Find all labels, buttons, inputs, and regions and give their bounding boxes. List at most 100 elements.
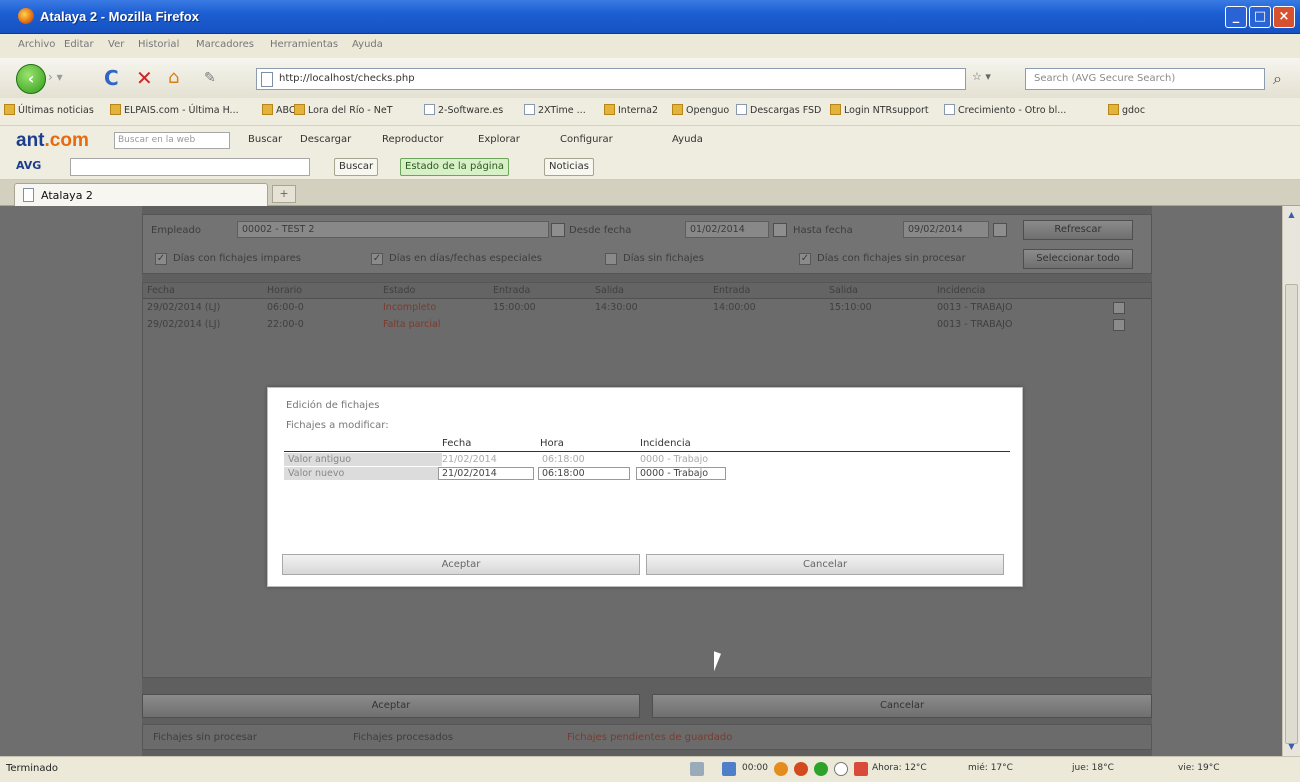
col-incidencia[interactable]: Incidencia xyxy=(937,285,985,296)
ant-logo: ant.com xyxy=(16,130,89,151)
weather-fri[interactable]: vie: 19°C xyxy=(1178,763,1220,773)
from-date-label: Desde fecha xyxy=(569,225,632,236)
new-value-label: Valor nuevo xyxy=(284,467,442,480)
scroll-down-icon[interactable]: ▼ xyxy=(1285,740,1298,754)
reload-icon[interactable]: C xyxy=(104,68,119,88)
ant-settings-button[interactable]: Configurar xyxy=(560,134,613,145)
scroll-thumb[interactable] xyxy=(1285,284,1298,744)
browser-status-bar: Terminado 00:00 Ahora: 12°C mié: 17°C ju… xyxy=(0,756,1300,782)
table-row[interactable]: 29/02/2014 (LJ) 22:00-0 Falta parcial 00… xyxy=(143,317,1151,333)
avg-news-button[interactable]: Noticias xyxy=(544,158,594,176)
tab-label: Atalaya 2 xyxy=(41,189,93,202)
menu-editar[interactable]: Editar xyxy=(64,39,94,50)
bookmark-item[interactable]: ABC xyxy=(262,104,295,116)
legend-processed: Fichajes procesados xyxy=(353,732,454,743)
table-row[interactable]: 29/02/2014 (LJ) 06:00-0 Incompleto 15:00… xyxy=(143,300,1151,316)
green-status-icon[interactable] xyxy=(814,762,828,776)
odd-checks-label: Días con fichajes impares xyxy=(173,253,301,264)
ant-search-button[interactable]: Buscar xyxy=(248,134,282,145)
new-tab-button[interactable]: + xyxy=(272,185,296,203)
bookmarks-toolbar: Últimas noticias ELPAIS.com - Última H..… xyxy=(0,98,1300,126)
ant-download-button[interactable]: Descargar xyxy=(300,134,351,145)
col-fecha[interactable]: Fecha xyxy=(147,285,175,296)
col-salida-2[interactable]: Salida xyxy=(829,285,858,296)
tab-bar: Atalaya 2 + xyxy=(0,180,1300,206)
special-days-label: Días en días/fechas especiales xyxy=(389,253,542,264)
odd-checks-checkbox[interactable]: ✓ xyxy=(155,253,167,265)
forward-button[interactable]: › ▾ xyxy=(48,70,72,88)
clock-icon[interactable] xyxy=(774,762,788,776)
accept-button[interactable]: Aceptar xyxy=(142,694,640,718)
ant-search-input[interactable]: Buscar en la web xyxy=(114,132,230,149)
menu-historial[interactable]: Historial xyxy=(138,39,179,50)
bookmark-item[interactable]: Interna2 xyxy=(604,104,658,116)
col-salida-1[interactable]: Salida xyxy=(595,285,624,296)
calendar-icon[interactable] xyxy=(773,223,787,237)
employee-lookup-icon[interactable] xyxy=(551,223,565,237)
dialog-cancel-button[interactable]: Cancelar xyxy=(646,554,1004,575)
dialog-col-fecha: Fecha xyxy=(442,438,472,449)
bookmark-item[interactable]: ELPAIS.com - Última H... xyxy=(110,104,239,116)
cancel-button[interactable]: Cancelar xyxy=(652,694,1152,718)
bookmark-item[interactable]: 2XTime ... xyxy=(524,104,586,116)
select-all-button[interactable]: Seleccionar todo xyxy=(1023,249,1133,269)
unprocessed-checkbox[interactable]: ✓ xyxy=(799,253,811,265)
window-title-bar: Atalaya 2 - Mozilla Firefox _ □ × xyxy=(0,0,1300,34)
calendar-icon[interactable] xyxy=(993,223,1007,237)
firefox-addon-icon[interactable] xyxy=(794,762,808,776)
weather-thu[interactable]: jue: 18°C xyxy=(1072,763,1114,773)
menu-archivo[interactable]: Archivo xyxy=(18,39,55,50)
bookmark-item[interactable]: Últimas noticias xyxy=(4,104,94,116)
calendar-addon-icon[interactable] xyxy=(854,762,868,776)
menu-herramientas[interactable]: Herramientas xyxy=(270,39,338,50)
scroll-up-icon[interactable]: ▲ xyxy=(1285,208,1298,222)
clock-addon-icon[interactable] xyxy=(834,762,848,776)
bookmark-item[interactable]: Login NTRsupport xyxy=(830,104,929,116)
bookmark-item[interactable]: 2-Software.es xyxy=(424,104,503,116)
bookmark-item[interactable]: Lora del Río - NeT xyxy=(294,104,393,116)
bookmark-item[interactable]: Descargas FSD xyxy=(736,104,821,116)
back-button[interactable]: ‹ xyxy=(16,64,46,94)
refresh-button[interactable]: Refrescar xyxy=(1023,220,1133,240)
weather-wed[interactable]: mié: 17°C xyxy=(968,763,1013,773)
home-icon[interactable]: ⌂ xyxy=(168,68,179,88)
to-date-field[interactable]: 09/02/2014 xyxy=(903,221,989,238)
menu-marcadores[interactable]: Marcadores xyxy=(196,39,254,50)
row-edit-icon[interactable] xyxy=(1113,319,1125,331)
row-edit-icon[interactable] xyxy=(1113,302,1125,314)
weather-now[interactable]: Ahora: 12°C xyxy=(872,763,927,773)
col-horario[interactable]: Horario xyxy=(267,285,302,296)
ant-help-button[interactable]: Ayuda xyxy=(672,134,703,145)
col-entrada-2[interactable]: Entrada xyxy=(713,285,750,296)
no-checks-checkbox[interactable] xyxy=(605,253,617,265)
col-entrada-1[interactable]: Entrada xyxy=(493,285,530,296)
vertical-scrollbar[interactable]: ▲ ▼ xyxy=(1282,206,1300,756)
menu-ver[interactable]: Ver xyxy=(108,39,124,50)
bookmark-star-icon[interactable]: ☆ ▾ xyxy=(972,70,1020,88)
menu-ayuda[interactable]: Ayuda xyxy=(352,39,383,50)
dialog-accept-button[interactable]: Aceptar xyxy=(282,554,640,575)
avg-search-input[interactable] xyxy=(70,158,310,176)
avg-page-status-button[interactable]: Estado de la página xyxy=(400,158,510,176)
old-value-label: Valor antiguo xyxy=(284,453,442,466)
employee-field[interactable]: 00002 - TEST 2 xyxy=(237,221,549,238)
search-bar[interactable]: Search (AVG Secure Search) xyxy=(1025,68,1265,90)
url-bar[interactable]: http://localhost/checks.php xyxy=(256,68,966,90)
stop-icon[interactable]: ✕ xyxy=(136,68,153,88)
new-incident: 0000 - Trabajo xyxy=(640,468,709,479)
special-days-checkbox[interactable]: ✓ xyxy=(371,253,383,265)
avg-search-button[interactable]: Buscar xyxy=(334,158,379,176)
bookmark-item[interactable]: Crecimiento - Otro bl... xyxy=(944,104,1066,116)
tab-atalaya[interactable]: Atalaya 2 xyxy=(14,183,268,206)
ant-player-button[interactable]: Reproductor xyxy=(382,134,443,145)
bookmark-item[interactable]: Openguo xyxy=(672,104,729,116)
addon-icon[interactable]: ✎ xyxy=(204,68,216,88)
minimize-button[interactable]: _ xyxy=(1225,6,1247,28)
bookmark-item[interactable]: gdoc xyxy=(1108,104,1145,116)
search-icon[interactable]: ⌕ xyxy=(1273,69,1282,89)
maximize-button[interactable]: □ xyxy=(1249,6,1271,28)
ant-explore-button[interactable]: Explorar xyxy=(478,134,520,145)
close-window-button[interactable]: × xyxy=(1273,6,1295,28)
col-estado[interactable]: Estado xyxy=(383,285,415,296)
from-date-field[interactable]: 01/02/2014 xyxy=(685,221,769,238)
